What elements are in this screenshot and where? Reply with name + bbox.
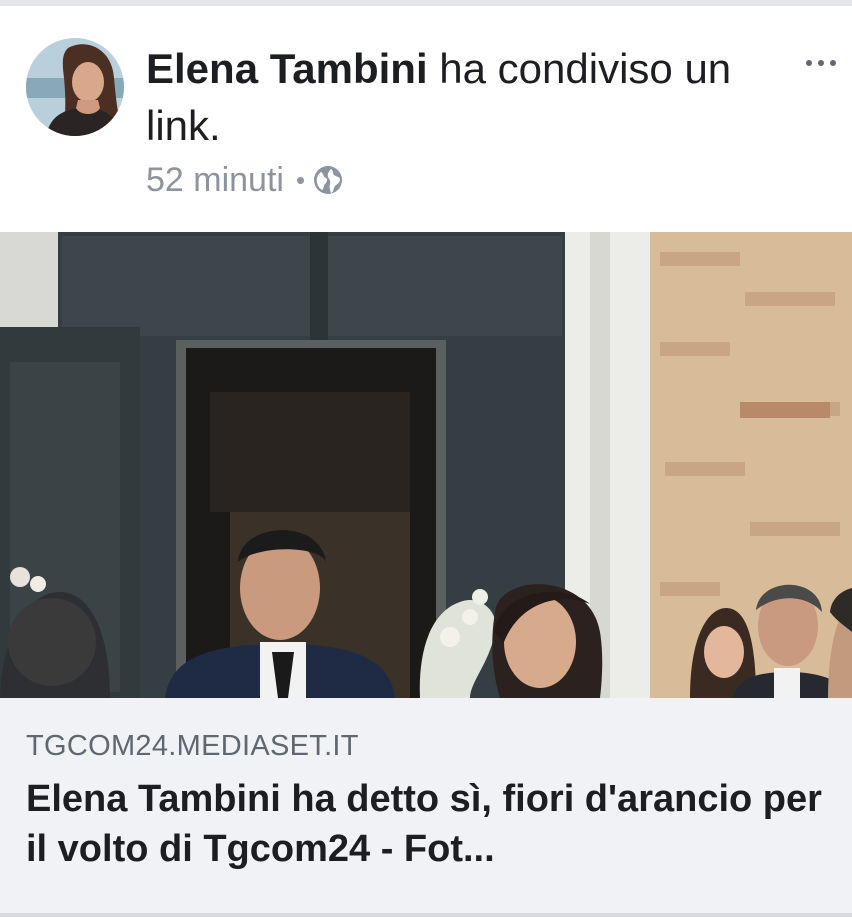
- post-timestamp[interactable]: 52 minuti: [146, 161, 284, 200]
- link-domain: TGCOM24.MEDIASET.IT: [26, 730, 359, 762]
- link-preview-image[interactable]: [0, 232, 852, 698]
- post-meta: 52 minuti •: [146, 160, 343, 200]
- author-avatar[interactable]: [26, 38, 124, 136]
- post-headline: Elena Tambini ha condiviso un link.: [146, 40, 766, 154]
- globe-icon: [313, 165, 343, 195]
- more-dot: [830, 60, 836, 66]
- link-title[interactable]: Elena Tambini ha detto sì, fiori d'aranc…: [26, 774, 846, 874]
- meta-separator: •: [295, 164, 306, 195]
- link-preview-card[interactable]: TGCOM24.MEDIASET.IT Elena Tambini ha det…: [0, 698, 852, 913]
- post-header: Elena Tambini ha condiviso un link. 52 m…: [0, 6, 852, 232]
- more-dot: [818, 60, 824, 66]
- author-name[interactable]: Elena Tambini: [146, 45, 428, 92]
- more-dot: [806, 60, 812, 66]
- more-options-icon[interactable]: [806, 48, 846, 78]
- bottom-divider: [0, 913, 852, 917]
